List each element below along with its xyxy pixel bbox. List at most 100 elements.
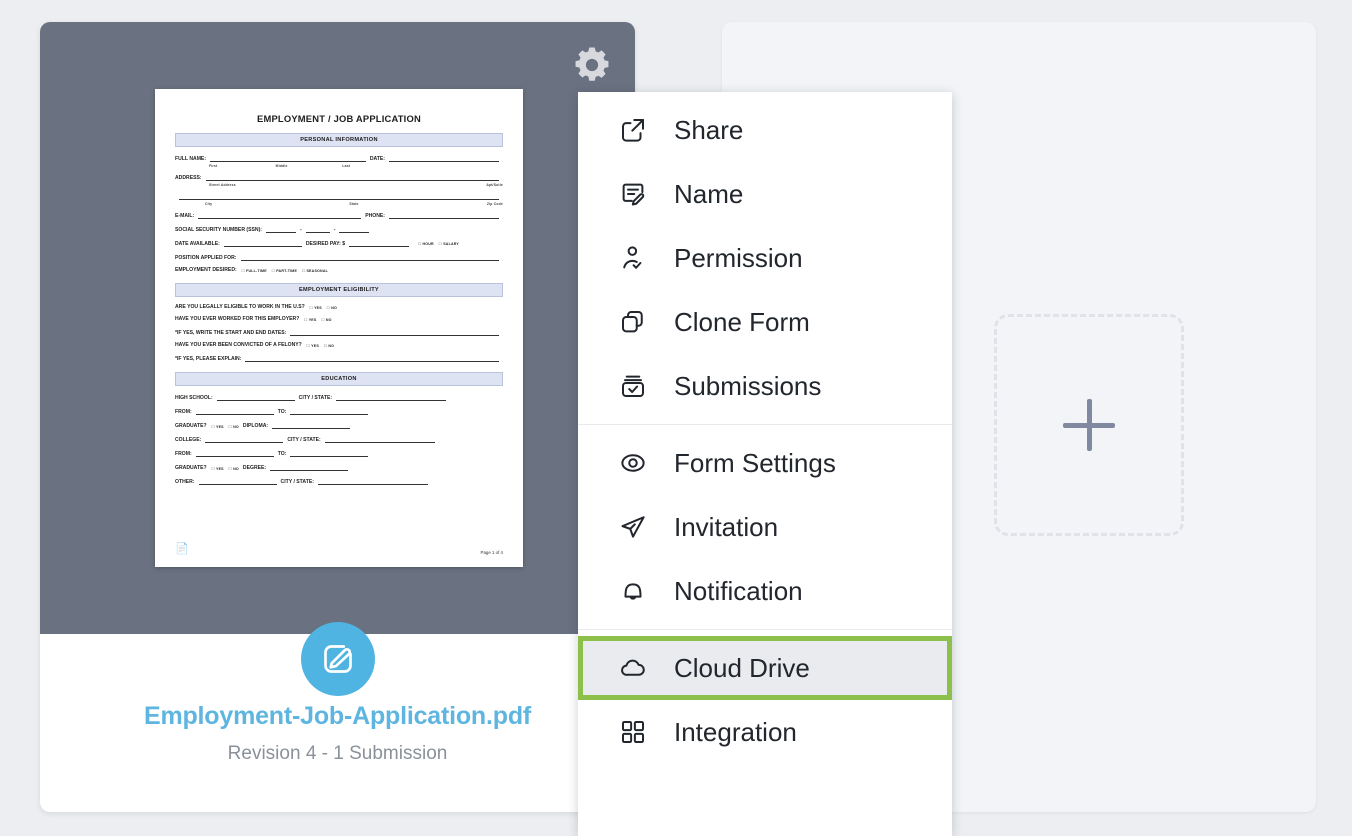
doc-label-degree: DEGREE:	[242, 465, 267, 472]
rename-edit-icon	[616, 177, 650, 211]
bell-icon	[616, 574, 650, 608]
doc-label-other: OTHER:	[175, 479, 195, 486]
menu-item-name-label: Name	[674, 179, 744, 209]
doc-label-to-hs: TO:	[277, 409, 287, 416]
menu-group-primary: Share Name Permission Clone Form Submiss…	[578, 92, 952, 424]
doc-sub-first: First	[209, 164, 218, 168]
menu-item-invitation[interactable]: Invitation	[578, 495, 952, 559]
doc-label-address: ADDRESS:	[175, 174, 202, 181]
doc-label-to-col: TO:	[277, 451, 287, 458]
inbox-check-icon	[616, 369, 650, 403]
doc-label-from-col: FROM:	[175, 451, 192, 458]
form-revision-meta: Revision 4 - 1 Submission	[227, 743, 448, 764]
doc-label-date-available: DATE AVAILABLE:	[175, 240, 220, 247]
menu-item-clone-form[interactable]: Clone Form	[578, 290, 952, 354]
doc-checkbox-felony-no: NO	[324, 344, 334, 349]
doc-label-graduate-hs: GRADUATE?	[175, 423, 207, 430]
doc-checkbox-hour: HOUR	[418, 242, 434, 247]
grid-squares-icon	[616, 715, 650, 749]
menu-item-share[interactable]: Share	[578, 98, 952, 162]
doc-label-graduate-col: GRADUATE?	[175, 465, 207, 472]
doc-sub-last: Last	[342, 164, 351, 168]
doc-checkbox-worked-yes: YES	[304, 318, 317, 323]
menu-group-settings: Form Settings Invitation Notification	[578, 425, 952, 629]
menu-item-permission[interactable]: Permission	[578, 226, 952, 290]
paper-plane-icon	[616, 510, 650, 544]
doc-label-date: DATE:	[369, 155, 385, 162]
doc-label-phone: PHONE:	[365, 212, 385, 219]
menu-item-notification-label: Notification	[674, 576, 803, 606]
menu-group-integrations: Cloud Drive Integration	[578, 630, 952, 770]
menu-item-form-settings-label: Form Settings	[674, 448, 836, 478]
doc-title: EMPLOYMENT / JOB APPLICATION	[257, 113, 421, 124]
doc-checkbox-grad-hs-yes: YES	[212, 425, 224, 430]
doc-checkbox-eligible-yes: YES	[310, 306, 322, 311]
doc-checkbox-grad-hs-no: NO	[229, 425, 239, 430]
plus-icon	[1063, 399, 1115, 451]
menu-item-cloud-drive-label: Cloud Drive	[674, 653, 810, 683]
form-thumbnail-area: EMPLOYMENT / JOB APPLICATION PERSONAL IN…	[40, 22, 635, 696]
doc-section-education: EDUCATION	[175, 372, 503, 387]
doc-checkbox-grad-col-yes: YES	[212, 467, 224, 472]
menu-item-share-label: Share	[674, 115, 744, 145]
doc-label-high-school: HIGH SCHOOL:	[175, 395, 213, 402]
doc-label-city-state-hs: CITY / STATE:	[298, 395, 333, 402]
doc-checkbox-grad-col-no: NO	[229, 467, 239, 472]
doc-checkbox-worked-no: NO	[322, 318, 332, 323]
doc-label-felony: HAVE YOU EVER BEEN CONVICTED OF A FELONY…	[175, 342, 302, 349]
doc-sub-zip: Zip Code	[486, 202, 503, 206]
form-card-body: Employment-Job-Application.pdf Revision …	[40, 634, 635, 812]
doc-label-college: COLLEGE:	[175, 437, 202, 444]
doc-label-diploma: DIPLOMA:	[242, 423, 269, 430]
menu-item-name[interactable]: Name	[578, 162, 952, 226]
doc-label-from-hs: FROM:	[175, 409, 192, 416]
add-form-dropzone[interactable]	[994, 314, 1184, 536]
menu-item-clone-form-label: Clone Form	[674, 307, 810, 337]
menu-item-cloud-drive[interactable]: Cloud Drive	[578, 636, 952, 700]
form-card[interactable]: EMPLOYMENT / JOB APPLICATION PERSONAL IN…	[40, 22, 635, 812]
doc-checkbox-parttime: PART-TIME	[272, 269, 297, 274]
menu-item-notification[interactable]: Notification	[578, 559, 952, 623]
doc-sub-middle: Middle	[275, 164, 288, 168]
doc-sub-apt: Apt/Suite	[486, 183, 503, 187]
pdf-preview: EMPLOYMENT / JOB APPLICATION PERSONAL IN…	[155, 89, 523, 567]
menu-item-permission-label: Permission	[674, 243, 803, 273]
doc-section-personal: PERSONAL INFORMATION	[175, 133, 503, 147]
doc-label-full-name: FULL NAME:	[175, 155, 207, 162]
doc-checkbox-fulltime: FULL-TIME	[242, 269, 267, 274]
doc-label-employment-desired: EMPLOYMENT DESIRED:	[175, 267, 237, 273]
doc-checkbox-eligible-no: NO	[327, 306, 337, 311]
doc-label-legally-eligible: ARE YOU LEGALLY ELIGIBLE TO WORK IN THE …	[175, 304, 305, 311]
doc-checkbox-seasonal: SEASONAL	[302, 269, 328, 274]
doc-label-ssn: SOCIAL SECURITY NUMBER (SSN):	[175, 226, 262, 233]
form-file-name[interactable]: Employment-Job-Application.pdf	[40, 702, 635, 731]
doc-label-position: POSITION APPLIED FOR:	[175, 254, 237, 261]
doc-sub-city: City	[205, 202, 213, 206]
doc-checkbox-salary: SALARY	[439, 242, 459, 247]
menu-item-form-settings[interactable]: Form Settings	[578, 431, 952, 495]
cloud-icon	[616, 651, 650, 685]
doc-label-explain: *IF YES, PLEASE EXPLAIN:	[175, 356, 242, 363]
menu-item-submissions[interactable]: Submissions	[578, 354, 952, 418]
doc-label-email: E-MAIL:	[175, 212, 195, 219]
form-context-menu: Share Name Permission Clone Form Submiss…	[578, 92, 952, 836]
target-eye-icon	[616, 446, 650, 480]
doc-label-city-state-other: CITY / STATE:	[280, 479, 314, 486]
pdf-file-icon: 📄	[175, 543, 189, 555]
copy-duplicate-icon	[616, 305, 650, 339]
user-check-icon	[616, 241, 650, 275]
doc-label-worked-before: HAVE YOU EVER WORKED FOR THIS EMPLOYER?	[175, 316, 300, 323]
doc-section-eligibility: EMPLOYMENT ELIGIBILITY	[175, 283, 503, 298]
doc-sub-street: Street Address	[209, 183, 236, 187]
menu-item-integration-label: Integration	[674, 717, 797, 747]
app-canvas: EMPLOYMENT / JOB APPLICATION PERSONAL IN…	[0, 0, 1352, 836]
doc-label-start-end: *IF YES, WRITE THE START AND END DATES:	[175, 330, 287, 337]
doc-sub-state: State	[349, 202, 359, 206]
menu-item-submissions-label: Submissions	[674, 371, 822, 401]
doc-page-footer: Page 1 of 4	[480, 550, 503, 555]
gear-icon[interactable]	[571, 44, 613, 86]
doc-label-city-state-col: CITY / STATE:	[287, 437, 321, 444]
menu-item-integration[interactable]: Integration	[578, 700, 952, 764]
menu-item-invitation-label: Invitation	[674, 512, 779, 542]
doc-label-desired-pay: DESIRED PAY: $	[305, 240, 346, 247]
